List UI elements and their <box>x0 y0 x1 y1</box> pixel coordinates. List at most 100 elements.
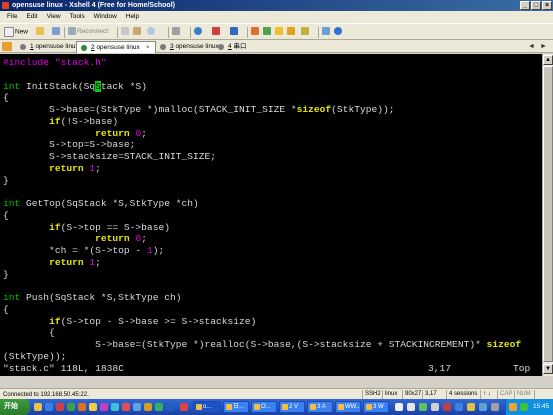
tab-session-4[interactable]: 4 串口 <box>214 41 246 53</box>
cursor-position: 3,17 <box>422 390 437 399</box>
tab-label: 串口 <box>233 43 247 50</box>
taskbar-item[interactable]: 日... <box>223 401 249 413</box>
close-button[interactable]: × <box>542 1 552 10</box>
clock: 15:45 <box>533 403 550 410</box>
open-folder-button[interactable] <box>36 27 45 37</box>
terminal-line: int InitStack(SqStack *S) <box>3 80 147 92</box>
quicklaunch-app-icon[interactable] <box>166 403 174 411</box>
code-token: "stack.h" <box>54 57 107 68</box>
globe-button[interactable] <box>194 27 203 37</box>
terminal-screen[interactable]: #include "stack.h" int InitStack(SqStack … <box>0 54 542 376</box>
scroll-down-icon[interactable]: ▼ <box>543 364 553 374</box>
font-button[interactable] <box>230 27 239 37</box>
network-icon[interactable] <box>520 403 528 411</box>
quicklaunch-app-icon[interactable] <box>100 403 108 411</box>
code-token: ; <box>95 256 101 268</box>
quicklaunch-app-icon[interactable] <box>144 403 152 411</box>
tray-icon[interactable] <box>455 403 463 411</box>
quicklaunch-app-icon[interactable] <box>78 403 86 411</box>
minimize-button[interactable]: _ <box>520 1 530 10</box>
quicklaunch-app-icon[interactable] <box>122 403 130 411</box>
volume-icon[interactable] <box>509 403 517 411</box>
xshell-app-icon <box>2 2 9 9</box>
quicklaunch-app-icon[interactable] <box>67 403 75 411</box>
print-button[interactable] <box>172 27 181 37</box>
task-label: WW... <box>345 404 361 410</box>
copy-button[interactable] <box>121 27 130 37</box>
task-icon <box>366 404 372 410</box>
new-session-button[interactable]: New <box>4 27 28 37</box>
tab-session-2[interactable]: 2 opensuse linux × <box>76 41 156 53</box>
tab-scroll-left-icon[interactable]: ◄ <box>528 42 535 51</box>
tray-icon[interactable] <box>443 403 451 411</box>
connect-button[interactable] <box>52 27 61 37</box>
quicklaunch-app-icon[interactable] <box>111 403 119 411</box>
session-manager-icon[interactable] <box>2 42 12 51</box>
code-token: { <box>3 209 9 221</box>
find-button[interactable] <box>147 27 156 37</box>
fullscreen-button[interactable] <box>322 27 331 37</box>
taskbar-item-xshell[interactable]: o... <box>193 401 221 413</box>
quicklaunch-app-icon[interactable] <box>180 403 188 411</box>
quicklaunch-app-icon[interactable] <box>56 403 64 411</box>
code-token: tack *S) <box>100 80 147 92</box>
code-token: ; <box>141 233 147 245</box>
taskbar-item[interactable]: 3 A <box>307 401 333 413</box>
layout-button[interactable] <box>275 27 284 37</box>
code-token: S->base=(StkType *)malloc(STACK_INIT_SIZ… <box>3 104 297 115</box>
tab-close-icon[interactable]: × <box>146 44 150 51</box>
quicklaunch-ie-icon[interactable] <box>45 403 53 411</box>
reconnect-button[interactable]: Reconnect <box>68 27 108 37</box>
menu-window[interactable]: Window <box>94 13 117 20</box>
taskbar-item[interactable]: 2 V <box>279 401 305 413</box>
terminal-line: } <box>3 269 9 280</box>
key-button[interactable] <box>287 27 296 37</box>
quicklaunch-app-icon[interactable] <box>89 403 97 411</box>
transfer-arrows: ↑ ↓ <box>480 390 491 399</box>
code-token: int <box>3 292 21 303</box>
tray-icon[interactable] <box>431 403 439 411</box>
code-token: ; <box>141 127 147 139</box>
lock-button[interactable] <box>301 27 310 37</box>
ime-icon[interactable] <box>407 403 415 411</box>
tab-session-3[interactable]: 3 opensuse linux <box>156 41 219 53</box>
xftp-button[interactable] <box>251 27 260 37</box>
maximize-button[interactable]: □ <box>531 1 541 10</box>
color-scheme-icon <box>212 27 220 36</box>
menu-edit[interactable]: Edit <box>26 13 37 20</box>
tray-icon[interactable] <box>419 403 427 411</box>
scroll-thumb[interactable] <box>543 66 553 362</box>
color-scheme-button[interactable] <box>212 27 221 37</box>
terminal-scrollbar[interactable]: ▲ ▼ <box>542 54 553 376</box>
tray-icon[interactable] <box>467 403 475 411</box>
scroll-up-icon[interactable]: ▲ <box>543 55 553 65</box>
quicklaunch-folder-icon[interactable] <box>34 403 42 411</box>
quicklaunch-app-icon[interactable] <box>155 403 163 411</box>
menu-tools[interactable]: Tools <box>70 13 85 20</box>
resize-grip-icon[interactable] <box>534 390 553 399</box>
tray-icon[interactable] <box>479 403 487 411</box>
terminal-line: if(!S->base) <box>3 116 118 127</box>
tab-session-1[interactable]: 1 opensuse linux <box>16 41 79 53</box>
tab-scroll-right-icon[interactable]: ► <box>540 42 547 51</box>
taskbar-item[interactable]: 3 W <box>363 401 389 413</box>
terminal-line: { <box>3 304 9 315</box>
menu-file[interactable]: File <box>7 13 17 20</box>
code-token: int <box>3 80 21 92</box>
menu-help[interactable]: Help <box>126 13 139 20</box>
language-bar-icon[interactable] <box>395 403 403 411</box>
script-button[interactable] <box>263 27 272 37</box>
menu-view[interactable]: View <box>47 13 61 20</box>
terminal-line: if(S->top - S->base >= S->stacksize) <box>3 316 256 327</box>
paste-button[interactable] <box>133 27 142 37</box>
taskbar-item[interactable]: O... <box>251 401 277 413</box>
tab-number: 2 <box>91 44 95 51</box>
task-icon <box>254 404 260 410</box>
help-button[interactable] <box>334 27 343 37</box>
tray-icon[interactable] <box>491 403 499 411</box>
quicklaunch-app-icon[interactable] <box>133 403 141 411</box>
start-button[interactable]: 开始 <box>0 399 30 415</box>
code-token: } <box>3 174 9 186</box>
taskbar-item[interactable]: WW... <box>335 401 361 413</box>
